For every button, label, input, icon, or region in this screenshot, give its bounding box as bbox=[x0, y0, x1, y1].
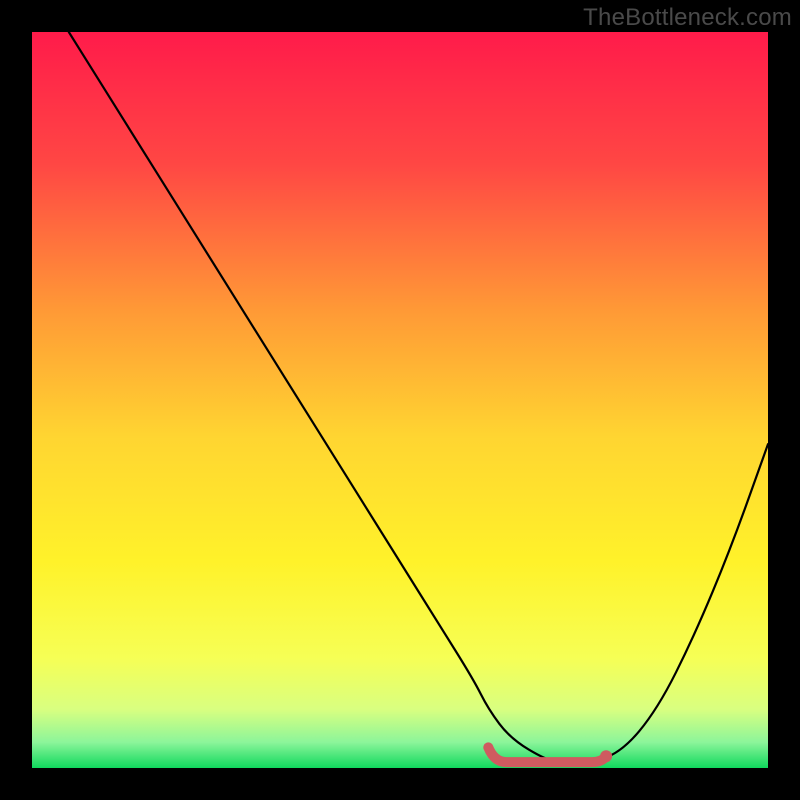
optimal-point-dot bbox=[600, 750, 612, 762]
plot-area bbox=[32, 32, 768, 768]
curve-layer bbox=[32, 32, 768, 768]
bottleneck-curve bbox=[69, 32, 768, 764]
watermark-text: TheBottleneck.com bbox=[583, 4, 792, 32]
chart-frame: TheBottleneck.com bbox=[0, 0, 800, 800]
optimal-range-marker bbox=[488, 747, 606, 762]
